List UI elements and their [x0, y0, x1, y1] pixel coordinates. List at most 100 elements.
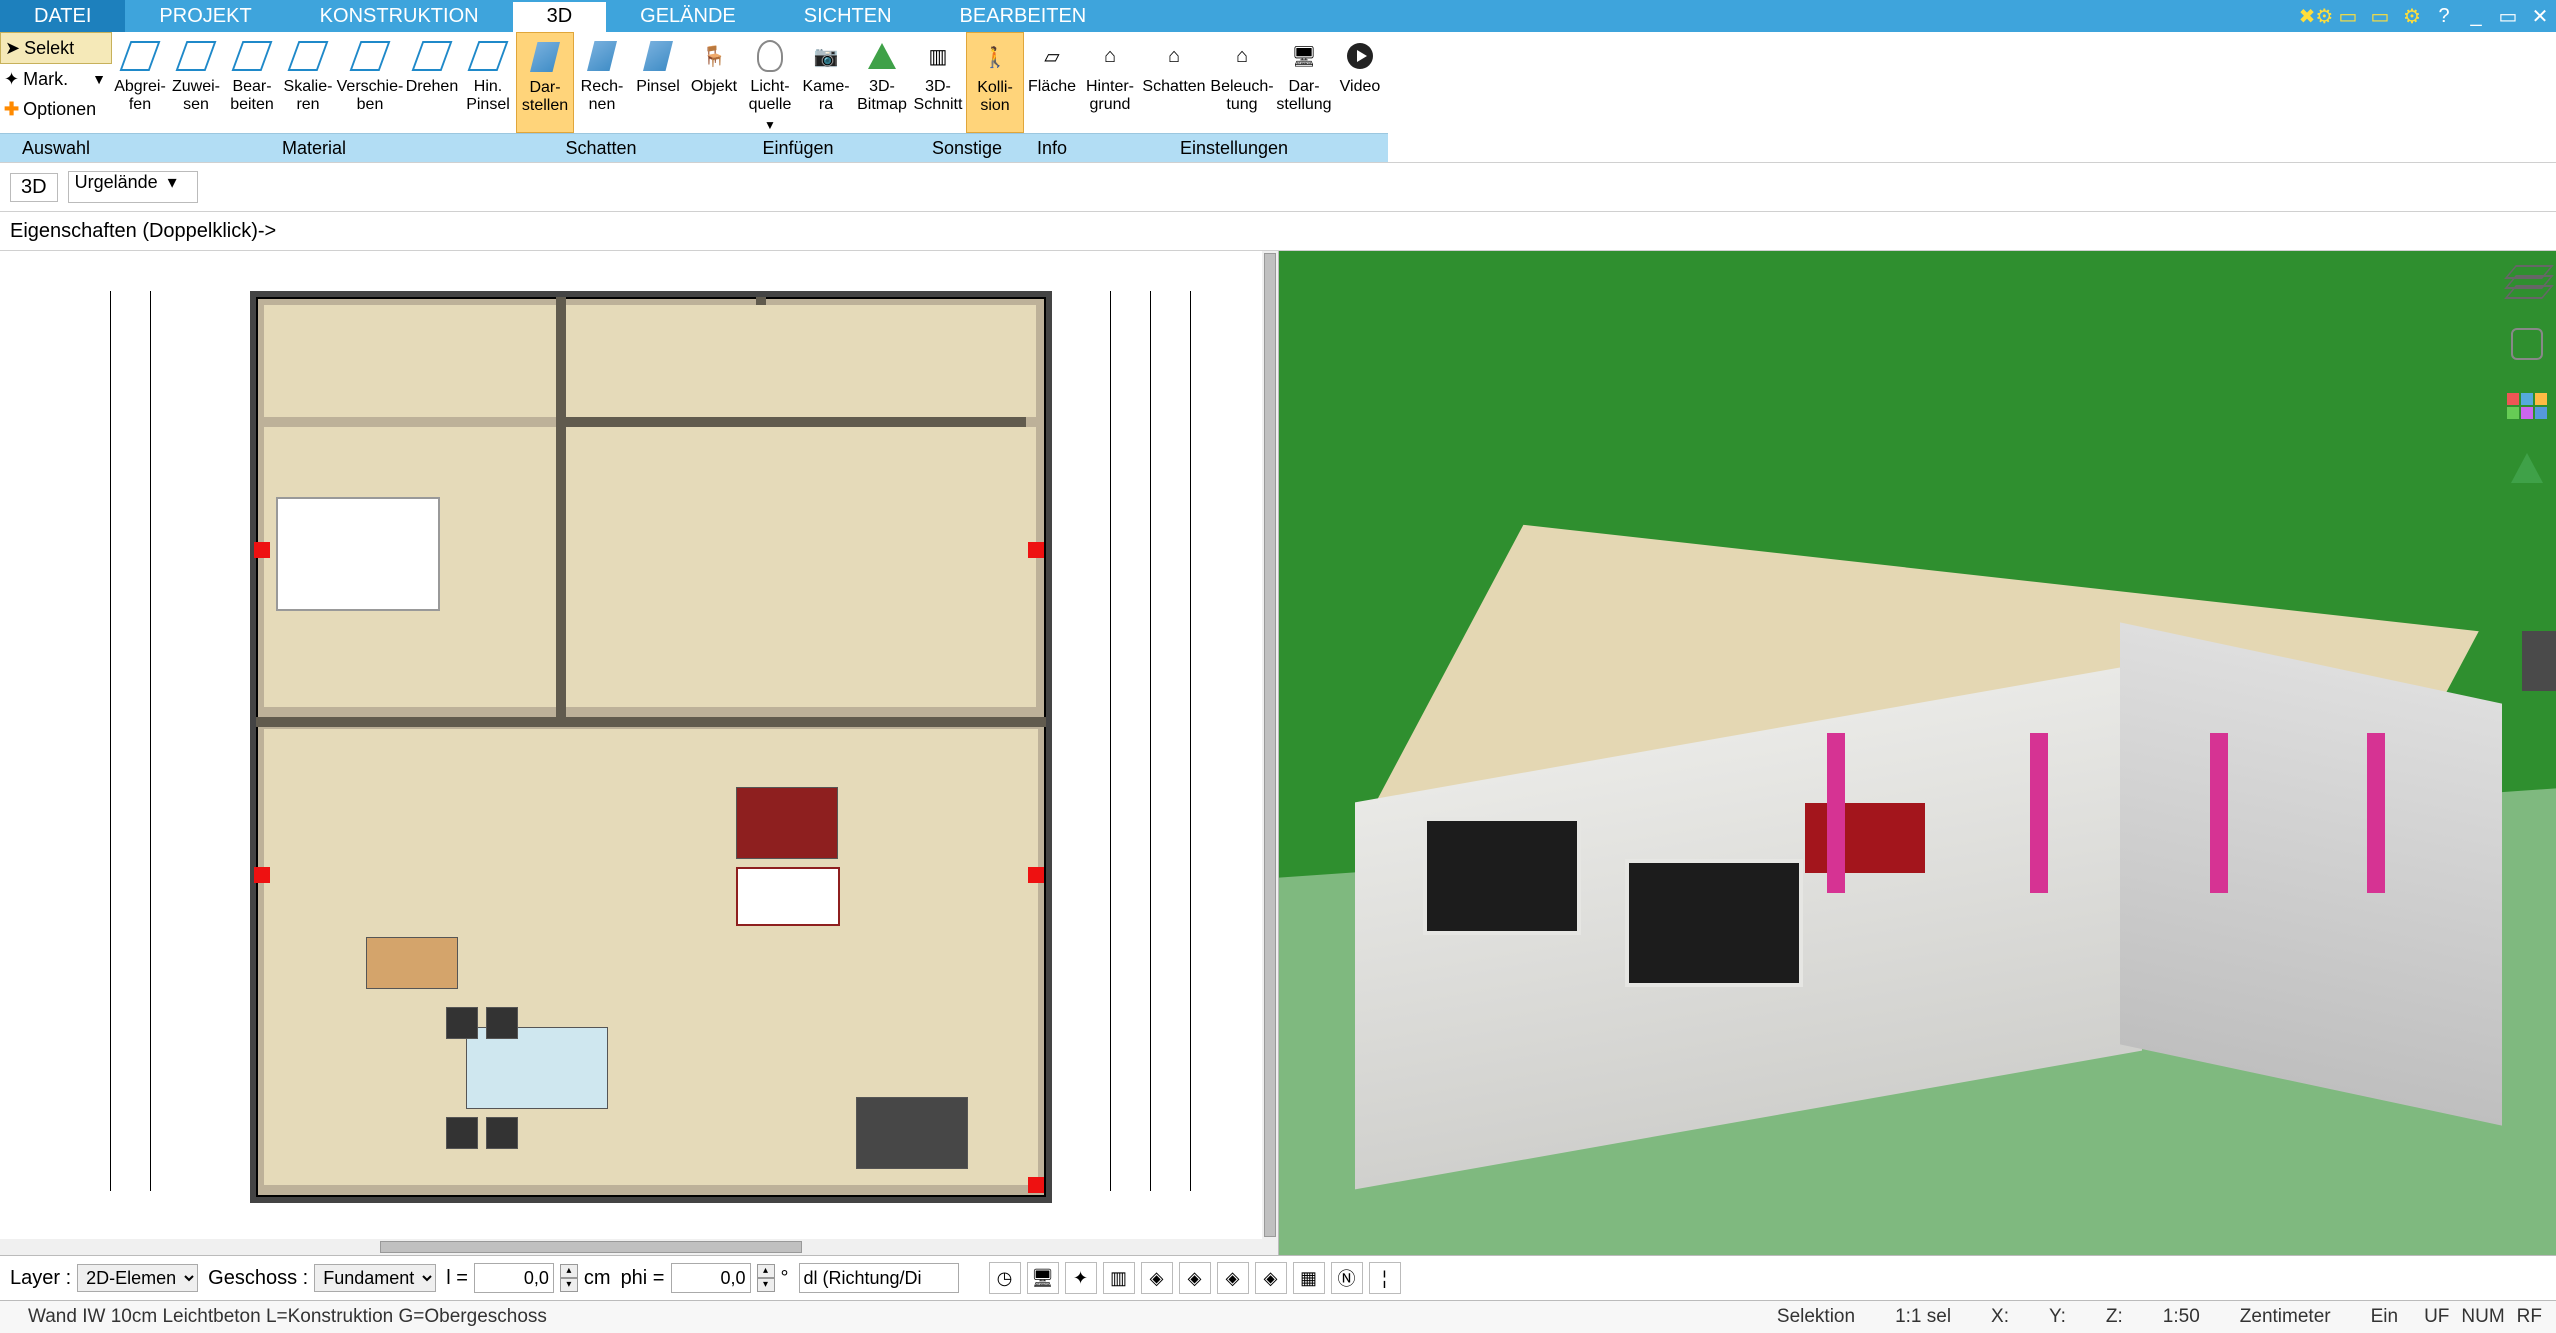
view-mode-indicator[interactable]: 3D [10, 173, 58, 202]
handle[interactable] [1028, 542, 1044, 558]
info-icon[interactable]: ¦ [1369, 1262, 1401, 1294]
btn-hintergrund[interactable]: ⌂Hinter- grund [1080, 32, 1140, 133]
btn-kamera[interactable]: 📷Kame- ra [798, 32, 854, 133]
toolbox-icon[interactable]: ▭ [2332, 0, 2364, 32]
phi-input[interactable] [671, 1263, 751, 1293]
monitor-icon[interactable]: 🖥 [1027, 1262, 1059, 1294]
pane-3d[interactable] [1279, 251, 2556, 1255]
bulb-icon [757, 40, 783, 72]
mark-tool[interactable]: ✦ Mark. ▼ [0, 64, 112, 94]
handle[interactable] [1028, 1177, 1044, 1193]
geschoss-label: Geschoss : [208, 1267, 308, 1290]
layers-button[interactable] [2506, 261, 2548, 303]
cursor-icon: ➤ [5, 38, 20, 59]
close-icon[interactable]: ✕ [2524, 0, 2556, 32]
btn-rechnen[interactable]: Rech- nen [574, 32, 630, 133]
view-subbar: 3D Urgelände ▾ [0, 163, 2556, 212]
btn-verschieben[interactable]: Verschie- ben [336, 32, 404, 133]
side-drawer-handle[interactable] [2522, 631, 2556, 691]
btn-kollision[interactable]: 🚶Kolli- sion [966, 32, 1024, 133]
help-icon[interactable]: ? [2428, 0, 2460, 32]
house-shadow-icon: ⌂ [1168, 45, 1180, 68]
btn-schatten2[interactable]: ⌂Schatten [1140, 32, 1208, 133]
terrain-dropdown[interactable]: Urgelände ▾ [68, 171, 198, 203]
grid-icon[interactable]: ▦ [1293, 1262, 1325, 1294]
status-sel: 1:1 sel [1875, 1306, 1971, 1328]
wall [556, 417, 1026, 427]
diamond2-icon[interactable]: ◈ [1179, 1262, 1211, 1294]
scroll-thumb[interactable] [380, 1241, 802, 1253]
tab-3d[interactable]: 3D [513, 0, 607, 32]
layer-select[interactable]: 2D-Elemen [77, 1264, 198, 1292]
btn-video[interactable]: Video [1332, 32, 1388, 133]
status-x: X: [1971, 1306, 2029, 1328]
settings-icon[interactable]: ⚙ [2396, 0, 2428, 32]
lbl-pinsel: Pinsel [636, 78, 680, 96]
btn-darstellung[interactable]: 🖥Dar- stellung [1276, 32, 1332, 133]
options-tool[interactable]: ✚ Optionen [0, 94, 112, 124]
tools-icon[interactable]: ✖⚙ [2300, 0, 2332, 32]
lbl-darstellung: Dar- stellung [1276, 78, 1331, 114]
lbl-darstellen: Dar- stellen [522, 79, 568, 115]
vegetation-button[interactable] [2506, 447, 2548, 489]
handle[interactable] [254, 867, 270, 883]
workspace [0, 251, 2556, 1255]
diamond4-icon[interactable]: ◈ [1255, 1262, 1287, 1294]
minimize-icon[interactable]: _ [2460, 0, 2492, 32]
mark-label: Mark. [23, 69, 68, 90]
btn-3dschnitt[interactable]: ▥3D- Schnitt [910, 32, 966, 133]
select-tool[interactable]: ➤ Selekt [0, 32, 112, 64]
btn-bearbeiten[interactable]: Bear- beiten [224, 32, 280, 133]
tab-konstruktion[interactable]: KONSTRUKTION [286, 0, 513, 32]
tab-projekt[interactable]: PROJEKT [125, 0, 285, 32]
pillar [2367, 733, 2385, 893]
hint-input[interactable] [799, 1263, 959, 1293]
clock-icon[interactable]: ◷ [989, 1262, 1021, 1294]
handle[interactable] [254, 542, 270, 558]
pane-2d[interactable] [0, 251, 1279, 1255]
btn-drehen[interactable]: Drehen [404, 32, 460, 133]
btn-beleuchtung[interactable]: ⌂Beleuch- tung [1208, 32, 1276, 133]
btn-pinsel[interactable]: Pinsel [630, 32, 686, 133]
pillar [1827, 733, 1845, 893]
tab-bearbeiten[interactable]: BEARBEITEN [926, 0, 1121, 32]
lbl-zuweisen: Zuwei- sen [172, 78, 220, 114]
btn-darstellen[interactable]: Dar- stellen [516, 32, 574, 133]
star-icon[interactable]: ✦ [1065, 1262, 1097, 1294]
palette-button[interactable] [2506, 385, 2548, 427]
btn-skalieren[interactable]: Skalie- ren [280, 32, 336, 133]
floorplan-canvas[interactable] [250, 291, 1052, 1203]
catalog-icon[interactable]: ▭ [2364, 0, 2396, 32]
tab-datei[interactable]: DATEI [0, 0, 125, 32]
l-input[interactable] [474, 1263, 554, 1293]
scroll-thumb[interactable] [1264, 253, 1276, 1237]
north-icon[interactable]: Ⓝ [1331, 1262, 1363, 1294]
tab-sichten[interactable]: SICHTEN [770, 0, 926, 32]
btn-objekt[interactable]: 🪑Objekt [686, 32, 742, 133]
btn-abgreifen[interactable]: Abgrei- fen [112, 32, 168, 133]
furniture-button[interactable] [2506, 323, 2548, 365]
scrollbar-vertical[interactable] [1262, 251, 1278, 1239]
geschoss-select[interactable]: Fundament [314, 1264, 436, 1292]
lbl-drehen: Drehen [406, 78, 458, 96]
btn-hinpinsel[interactable]: Hin. Pinsel [460, 32, 516, 133]
diamond-icon[interactable]: ◈ [1141, 1262, 1173, 1294]
layers-tool-icon[interactable]: ▥ [1103, 1262, 1135, 1294]
btn-lichtquelle[interactable]: Licht- quelle▼ [742, 32, 798, 133]
maximize-icon[interactable]: ▭ [2492, 0, 2524, 32]
handle[interactable] [1028, 867, 1044, 883]
btn-zuweisen[interactable]: Zuwei- sen [168, 32, 224, 133]
diamond3-icon[interactable]: ◈ [1217, 1262, 1249, 1294]
lbl-objekt: Objekt [691, 78, 737, 96]
window-3d [1625, 859, 1803, 987]
lbl-bearbeiten: Bear- beiten [230, 78, 274, 114]
tab-gelaende[interactable]: GELÄNDE [606, 0, 770, 32]
scrollbar-horizontal[interactable] [0, 1239, 1278, 1255]
l-stepper[interactable]: ▴▾ [560, 1264, 578, 1292]
ribbon: ➤ Selekt ✦ Mark. ▼ ✚ Optionen Auswahl Ab… [0, 32, 2556, 163]
btn-flaeche[interactable]: ▱Fläche [1024, 32, 1080, 133]
btn-3dbitmap[interactable]: 3D- Bitmap [854, 32, 910, 133]
phi-stepper[interactable]: ▴▾ [757, 1264, 775, 1292]
chair [446, 1117, 478, 1149]
room [566, 427, 1036, 707]
